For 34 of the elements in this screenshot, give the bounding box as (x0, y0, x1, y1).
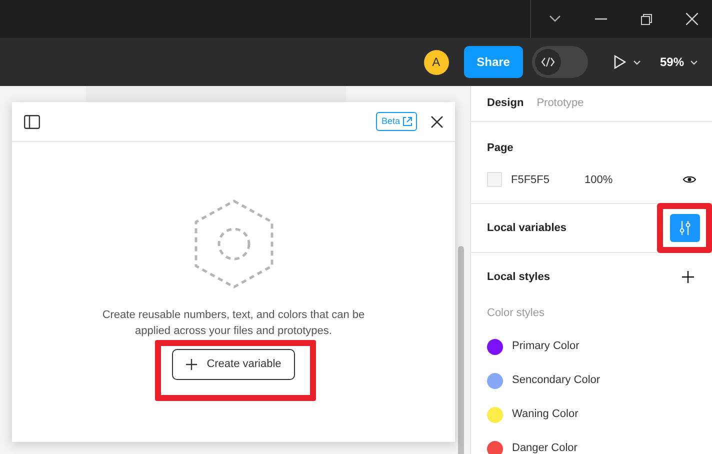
sidebar-icon[interactable] (24, 114, 40, 128)
color-swatch[interactable] (487, 172, 502, 188)
empty-state-message: Create reusable numbers, text, and colors that can be applied across your files and prototypes. (101, 308, 366, 339)
play-icon[interactable] (614, 55, 626, 69)
color-style-name[interactable]: Danger Color (512, 440, 578, 454)
panel-tab[interactable]: Design (487, 95, 524, 112)
plus-icon[interactable] (682, 271, 694, 283)
subsection-heading: Color styles (487, 306, 546, 321)
chevron-down-icon[interactable] (690, 60, 698, 64)
color-style-name[interactable]: Sencondary Color (512, 372, 600, 389)
zoom-level[interactable]: 59% (660, 53, 684, 71)
hexagon-placeholder-icon (194, 199, 274, 289)
scrollbar[interactable] (458, 246, 464, 454)
create-variable-button[interactable]: Create variable (172, 349, 295, 380)
restore-icon[interactable] (641, 14, 652, 24)
sliders-icon (679, 221, 691, 235)
highlight-box (657, 203, 712, 253)
color-style-name[interactable]: Primary Color (512, 338, 580, 355)
minimize-icon[interactable] (595, 18, 607, 20)
section-heading: Page (487, 141, 514, 156)
variables-button[interactable] (670, 214, 700, 242)
color-value[interactable]: F5F5F5 (511, 172, 550, 188)
section-heading: Local variables (487, 220, 568, 236)
plus-icon (186, 359, 197, 370)
avatar[interactable]: A (424, 50, 449, 74)
opacity-value[interactable]: 100% (584, 172, 613, 188)
chevron-down-icon[interactable] (549, 15, 561, 23)
chevron-down-icon[interactable] (632, 60, 641, 64)
close-icon[interactable] (431, 116, 443, 128)
color-style-name[interactable]: Waning Color (512, 406, 578, 423)
eye-icon[interactable] (683, 175, 696, 184)
dev-mode-toggle[interactable] (532, 46, 588, 78)
section-heading: Local styles (487, 270, 551, 285)
code-icon (540, 57, 555, 67)
